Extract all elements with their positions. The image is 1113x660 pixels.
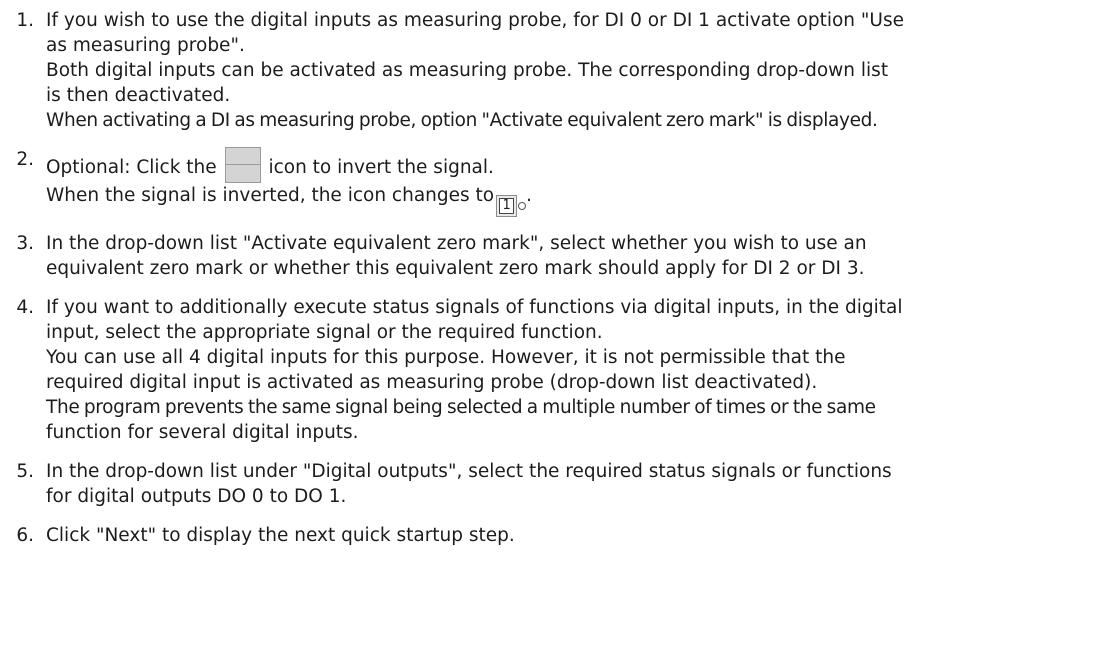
step-number: 6. — [16, 525, 34, 546]
step-6: 6. Click "Next" to display the next quic… — [0, 523, 1113, 548]
text-line: equivalent zero mark or whether this equ… — [46, 258, 865, 279]
text-line: You can use all 4 digital inputs for thi… — [46, 347, 846, 368]
text-line: required digital input is activated as m… — [46, 372, 818, 393]
text-line: The program prevents the same signal bei… — [46, 397, 876, 418]
text-line: In the drop-down list "Activate equivale… — [46, 233, 867, 254]
text-fragment: When the signal is inverted, the icon ch… — [46, 185, 495, 206]
step-2: 2. Optional: Click the icon to invert th… — [0, 147, 1113, 217]
text-line: for digital outputs DO 0 to DO 1. — [46, 486, 347, 507]
text-line: input, select the appropriate signal or … — [46, 322, 603, 343]
step-number: 2. — [16, 149, 34, 170]
text-line: When activating a DI as measuring probe,… — [46, 110, 878, 131]
text-line: as measuring probe". — [46, 35, 245, 56]
text-fragment: . — [526, 185, 532, 206]
signal-inverted-icon: 1 — [496, 195, 527, 217]
text-line: function for several digital inputs. — [46, 422, 359, 443]
step-text: In the drop-down list under "Digital out… — [46, 459, 1106, 509]
text-line: When the signal is inverted, the icon ch… — [46, 183, 1106, 217]
step-5: 5. In the drop-down list under "Digital … — [0, 459, 1113, 509]
text-line: In the drop-down list under "Digital out… — [46, 461, 892, 482]
step-number: 3. — [16, 233, 34, 254]
text-line: is then deactivated. — [46, 85, 231, 106]
text-line: Both digital inputs can be activated as … — [46, 60, 889, 81]
signal-normal-icon — [224, 147, 261, 183]
step-number: 1. — [16, 10, 34, 31]
step-text: Click "Next" to display the next quick s… — [46, 523, 1106, 548]
step-4: 4. If you want to additionally execute s… — [0, 295, 1113, 445]
text-fragment: icon to invert the signal. — [268, 157, 494, 178]
text-line: If you wish to use the digital inputs as… — [46, 10, 904, 31]
step-text: If you wish to use the digital inputs as… — [46, 8, 1106, 133]
step-text: If you want to additionally execute stat… — [46, 295, 1106, 445]
instruction-list: 1. If you wish to use the digital inputs… — [0, 0, 1113, 548]
step-number: 4. — [16, 297, 34, 318]
step-text: Optional: Click the icon to invert the s… — [46, 147, 1106, 217]
step-number: 5. — [16, 461, 34, 482]
text-line: Click "Next" to display the next quick s… — [46, 525, 515, 546]
inverted-icon-label: 1 — [499, 198, 514, 214]
step-text: In the drop-down list "Activate equivale… — [46, 231, 1106, 281]
text-line: Optional: Click the icon to invert the s… — [46, 147, 1106, 183]
text-fragment: Optional: Click the — [46, 157, 217, 178]
text-line: If you want to additionally execute stat… — [46, 297, 903, 318]
step-1: 1. If you wish to use the digital inputs… — [0, 8, 1113, 133]
step-3: 3. In the drop-down list "Activate equiv… — [0, 231, 1113, 281]
